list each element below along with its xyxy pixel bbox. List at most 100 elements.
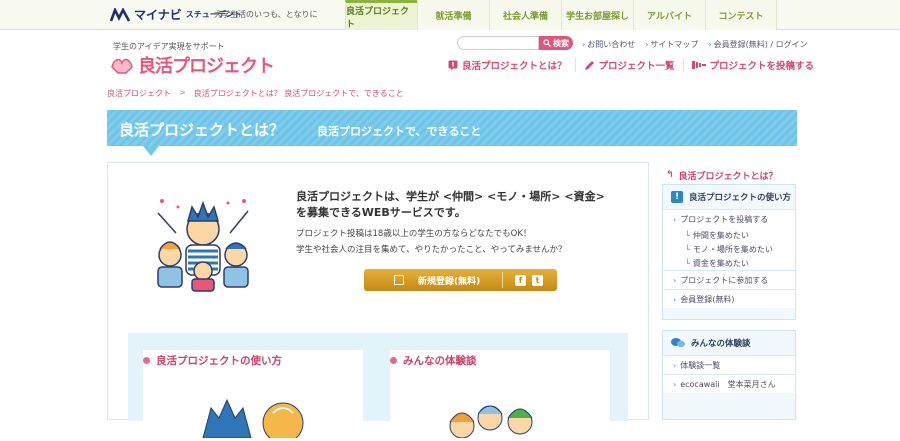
sidebar-subitem-funds[interactable]: └ 資金を集めたい (663, 256, 795, 270)
sidebar-section-usage-title: 良活プロジェクトの使い方 (689, 193, 792, 203)
intro-headline: 良活プロジェクトは、学生が <仲間> <モノ・場所> <資金> を募集できるWE… (296, 189, 636, 221)
info-icon: ! (671, 191, 683, 203)
facebook-icon[interactable]: f (515, 274, 526, 286)
utility-contact[interactable]: › お問い合わせ (582, 39, 635, 50)
sidebar-item-post[interactable]: › プロジェクトを投稿する (663, 209, 795, 228)
corner-arrow-icon: └ (685, 258, 690, 268)
register-free-button[interactable]: 新規登録(無料) f t (364, 269, 557, 291)
students-cheering-illustration (157, 199, 249, 292)
bullet-dot-icon (390, 357, 397, 364)
info-bubble-icon (448, 60, 458, 70)
site-logo[interactable]: 良活プロジェクト (110, 52, 275, 78)
return-arrow-icon: ↰ (666, 170, 674, 180)
twitter-icon[interactable]: t (532, 274, 543, 286)
pencil-icon (584, 60, 594, 70)
intro-headline-line1: 良活プロジェクトは、学生が <仲間> <モノ・場所> <資金> (296, 190, 605, 203)
sidebar-subitem-things-label: モノ・場所を集めたい (692, 244, 773, 254)
card-experiences-title: みんなの体験談 (403, 355, 477, 367)
utility-register-login-label[interactable]: 会員登録(無料) / ログイン (714, 39, 808, 50)
utility-contact-label[interactable]: お問い合わせ (587, 39, 635, 50)
chevron-right-icon: › (673, 294, 677, 304)
bullet-dot-icon (143, 357, 150, 364)
gnav-tab-heyasagashi[interactable]: 学生お部屋探し (561, 0, 633, 30)
search-button-label: 検索 (553, 38, 569, 48)
hero-notch (143, 146, 159, 156)
gnav-tab-shukatsu[interactable]: 就活準備 (417, 0, 489, 30)
rocket-illustration (202, 398, 304, 441)
search-icon (543, 39, 551, 47)
mynavi-logo-icon (110, 7, 130, 22)
chevron-right-icon: › (708, 40, 712, 49)
gnav-tab-contest[interactable]: コンテスト (705, 0, 777, 30)
window-icon (394, 275, 404, 285)
sidebar-item-register-label: 会員登録(無料) (680, 294, 735, 304)
sidebar-item-experience-list-label: 体験談一覧 (680, 360, 721, 370)
global-header: マイナビ スチューデント 大学生活のいつも、となりに 良活プロジェクト 就活準備… (0, 0, 900, 30)
intro-body: プロジェクト投稿は18歳以上の学生の方ならどなたでもOK！ 学生や社会人の注目を… (296, 226, 636, 258)
tagline: 大学生活のいつも、となりに (214, 10, 318, 19)
utility-register-login[interactable]: › 会員登録(無料) / ログイン (708, 39, 807, 50)
page-subtitle: 良活プロジェクトで、できること (317, 125, 482, 138)
chat-bubbles-icon (671, 338, 685, 348)
sidebar-item-ecocawaii[interactable]: › ecocawaii 堂本菜月さん (663, 374, 795, 393)
utility-sitemap[interactable]: › サイトマップ (645, 39, 698, 50)
sidebar-item-ecocawaii-label: ecocawaii 堂本菜月さん (680, 379, 776, 389)
global-nav: 良活プロジェクト 就活準備 社会人準備 学生お部屋探し アルバイト コンテスト (345, 0, 777, 30)
breadcrumb-separator: > (179, 88, 186, 97)
corner-arrow-icon: └ (685, 244, 690, 254)
sidebar-item-register[interactable]: › 会員登録(無料) (663, 289, 795, 308)
utility-sitemap-label[interactable]: サイトマップ (650, 39, 698, 50)
people-illustration (449, 405, 533, 439)
intro-headline-line2: を募集できるWEBサービスです。 (296, 206, 466, 219)
intro-body-line2: 学生や社会人の注目を集めて、やりたかったこと、やってみませんか？ (296, 245, 567, 255)
feature-panel: 良活プロジェクトの使い方 みんなの体験談 (128, 333, 628, 441)
sidebar-head: ↰ 良活プロジェクトとは？ (662, 162, 796, 184)
gnav-tab-arbeit[interactable]: アルバイト (633, 0, 705, 30)
sidebar-subitem-members[interactable]: └ 仲間を集めたい (663, 228, 795, 242)
breadcrumb-home[interactable]: 良活プロジェクト (107, 88, 171, 99)
handshake-icon (111, 58, 133, 74)
gnav-tab-shakaijin[interactable]: 社会人準備 (489, 0, 561, 30)
intro-body-line1: プロジェクト投稿は18歳以上の学生の方ならどなたでもOK！ (296, 229, 532, 239)
card-experiences-head: みんなの体験談 (390, 350, 610, 368)
subnav-about[interactable]: 良活プロジェクトとは？ (440, 58, 575, 72)
sidebar-section-usage: ! 良活プロジェクトの使い方 › プロジェクトを投稿する └ 仲間を集めたい └ モノ… (662, 184, 796, 320)
card-experiences[interactable]: みんなの体験談 (390, 350, 610, 439)
search-input[interactable] (457, 36, 539, 50)
sidebar-item-join-label: プロジェクトに参加する (680, 275, 769, 285)
utility-links: › お問い合わせ › サイトマップ › 会員登録(無料) / ログイン (582, 39, 808, 50)
sidebar-subitem-things[interactable]: └ モノ・場所を集めたい (663, 242, 795, 256)
page-hero: 良活プロジェクトとは？ 良活プロジェクトで、できること (107, 110, 797, 156)
sidebar-item-join[interactable]: › プロジェクトに参加する (663, 270, 795, 289)
search-button[interactable]: 検索 (539, 36, 573, 50)
subnav-post[interactable]: プロジェクトを投稿する (682, 58, 823, 72)
register-divider (502, 272, 503, 288)
subnav-list[interactable]: プロジェクト一覧 (574, 58, 683, 72)
site-catchphrase: 学生のアイデア実現をサポート (113, 42, 225, 51)
sidebar-section-usage-head[interactable]: ! 良活プロジェクトの使い方 (663, 185, 795, 209)
sidebar: ↰ 良活プロジェクトとは？ ! 良活プロジェクトの使い方 › プロジェクトを投稿す… (662, 162, 796, 420)
chevron-right-icon: › (645, 40, 649, 49)
chevron-right-icon: › (673, 360, 677, 370)
subnav-list-label: プロジェクト一覧 (598, 61, 675, 72)
card-how-to-use-title: 良活プロジェクトの使い方 (156, 355, 282, 367)
breadcrumb-current: 良活プロジェクトとは？ 良活プロジェクトで、できること (193, 89, 404, 98)
search-box: 検索 (457, 36, 573, 50)
card-how-to-use-head: 良活プロジェクトの使い方 (143, 350, 363, 368)
breadcrumb: 良活プロジェクト > 良活プロジェクトとは？ 良活プロジェクトで、できること (107, 88, 404, 99)
register-free-label: 新規登録(無料) (418, 276, 481, 287)
sidebar-subitem-funds-label: 資金を集めたい (692, 258, 749, 268)
subnav-about-label: 良活プロジェクトとは？ (462, 61, 567, 72)
chevron-right-icon: › (582, 40, 586, 49)
site-title: 良活プロジェクト (138, 56, 275, 77)
gnav-tab-ryokatsu[interactable]: 良活プロジェクト (345, 0, 417, 30)
sidebar-section-experiences-title: みんなの体験談 (691, 339, 751, 349)
chevron-right-icon: › (673, 379, 677, 389)
sidebar-item-post-label: プロジェクトを投稿する (680, 214, 769, 224)
sidebar-section-experiences-head[interactable]: みんなの体験談 (663, 331, 795, 355)
main-content: 良活プロジェクトは、学生が <仲間> <モノ・場所> <資金> を募集できるWE… (107, 162, 649, 441)
corner-arrow-icon: └ (685, 230, 690, 240)
mynavi-brand: マイナビ (134, 8, 182, 22)
card-how-to-use[interactable]: 良活プロジェクトの使い方 (143, 350, 363, 441)
sidebar-item-experience-list[interactable]: › 体験談一覧 (663, 355, 795, 374)
